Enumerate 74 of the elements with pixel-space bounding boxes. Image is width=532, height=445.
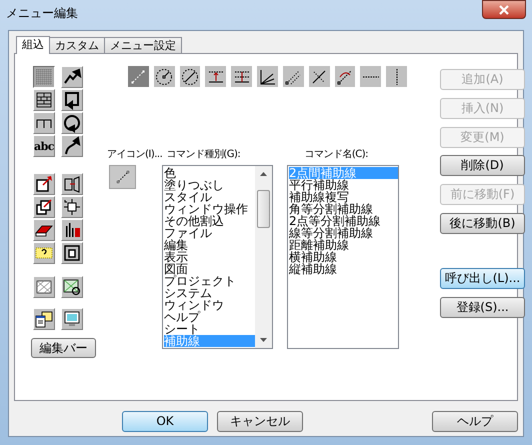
dashed-circle-icon [154, 66, 174, 86]
command-type-label: コマンド種別(G): [166, 149, 240, 161]
list-item[interactable]: 縦補助線 [289, 263, 398, 275]
list-item[interactable]: ウィンドウ操作 [164, 203, 255, 215]
list-item[interactable]: シート [164, 323, 255, 335]
list-box[interactable]: 色 塗りつぶし スタイル ウィンドウ操作 その他割込 ファイル 編集 表示 図面 プロジェクト システム ウィンドウ ヘルプ シート 補助線 [162, 165, 273, 349]
tab[interactable]: 組込 [16, 36, 50, 54]
guide-tool-button[interactable] [282, 66, 304, 87]
door-icon [62, 174, 82, 194]
icon-label: アイコン(I)... [107, 149, 162, 161]
list-item[interactable]: 補助線複写 [289, 191, 398, 203]
list-item[interactable]: スタイル [164, 191, 255, 203]
monitor-icon [62, 309, 82, 329]
list-item[interactable]: ファイル [164, 227, 255, 239]
list-item[interactable]: 横補助線 [289, 251, 398, 263]
vertical-dashed-line-icon [396, 68, 398, 84]
scroll-up-icon[interactable] [260, 172, 267, 176]
dialog-button[interactable]: キャンセル [217, 410, 303, 432]
dialog-button[interactable]: OK [122, 410, 208, 432]
horizontal-dashed-line-icon [362, 76, 379, 78]
dashed-circle-icon [180, 66, 200, 86]
close-icon [499, 4, 509, 14]
square-arrow-icon [62, 90, 82, 110]
icon-preview[interactable] [109, 165, 136, 189]
dialog-button[interactable]: 登録(S)... [440, 296, 525, 318]
command-name-label: コマンド名(C): [304, 149, 368, 161]
scrollbar-thumb[interactable] [257, 190, 270, 228]
list-item[interactable]: 角等分割補助線 [289, 203, 398, 215]
list-item[interactable]: 表示 [164, 251, 255, 263]
frame-icon [62, 243, 82, 263]
list-item[interactable]: 距離補助線 [289, 239, 398, 251]
list-item[interactable]: 編集 [164, 239, 255, 251]
edit-bar-button[interactable]: 編集バー [31, 338, 96, 358]
tab[interactable]: カスタム [49, 37, 105, 53]
curve-arrow-icon [62, 136, 82, 156]
guide-tool-button[interactable] [154, 66, 175, 87]
list-item[interactable]: システム [164, 287, 255, 299]
dialog-button[interactable]: 削除(D) [440, 154, 525, 176]
window-title: メニュー編集 [6, 5, 78, 22]
guide-tool-button[interactable] [334, 66, 356, 87]
scroll-down-icon[interactable] [260, 338, 267, 342]
dialog-button[interactable]: 後に移動(B) [440, 212, 525, 234]
hatched-refresh-icon [62, 277, 82, 297]
scrollbar[interactable] [255, 166, 272, 348]
tool-button[interactable]: abc [33, 135, 55, 157]
tool-label: abc [34, 140, 54, 152]
square-arrow-icon [34, 174, 54, 194]
guide-tool-button[interactable] [360, 66, 382, 87]
list-item[interactable]: 塗りつぶし [164, 179, 255, 191]
guide-tool-button[interactable] [386, 66, 407, 87]
list-item[interactable]: 平行補助線 [289, 179, 398, 191]
guide-tool-button[interactable] [180, 66, 200, 87]
dialog-button[interactable]: 呼び出し(L)... [440, 268, 525, 288]
node-icon [62, 197, 82, 217]
list-item[interactable]: 2点等分割補助線 [289, 215, 398, 227]
copy-square-icon [34, 197, 54, 217]
grid-icon [34, 67, 54, 87]
dialog-button[interactable]: ヘルプ [432, 410, 518, 432]
list-item[interactable]: プロジェクト [164, 275, 255, 287]
brick-wall-icon [34, 90, 54, 110]
list-item[interactable]: 色 [164, 167, 255, 179]
tab[interactable]: メニュー設定 [104, 37, 182, 53]
close-button[interactable] [482, 0, 526, 19]
guide-tool-button[interactable] [308, 66, 330, 87]
list-item[interactable]: 図面 [164, 263, 255, 275]
document-icon [34, 309, 54, 329]
list-item[interactable]: 線等分割補助線 [289, 227, 398, 239]
guide-tool-button[interactable] [205, 66, 226, 87]
guide-tool-button[interactable] [257, 66, 278, 87]
list-item[interactable]: その他割込 [164, 215, 255, 227]
guide-tool-button[interactable] [231, 66, 252, 87]
list-box[interactable]: 2点間補助線 平行補助線 補助線複写 角等分割補助線 2点等分割補助線 線等分割補助線 距離補助線 横補助線 縦補助線 [287, 165, 399, 349]
list-item[interactable]: ウィンドウ [164, 299, 255, 311]
list-item[interactable]: ヘルプ [164, 311, 255, 323]
